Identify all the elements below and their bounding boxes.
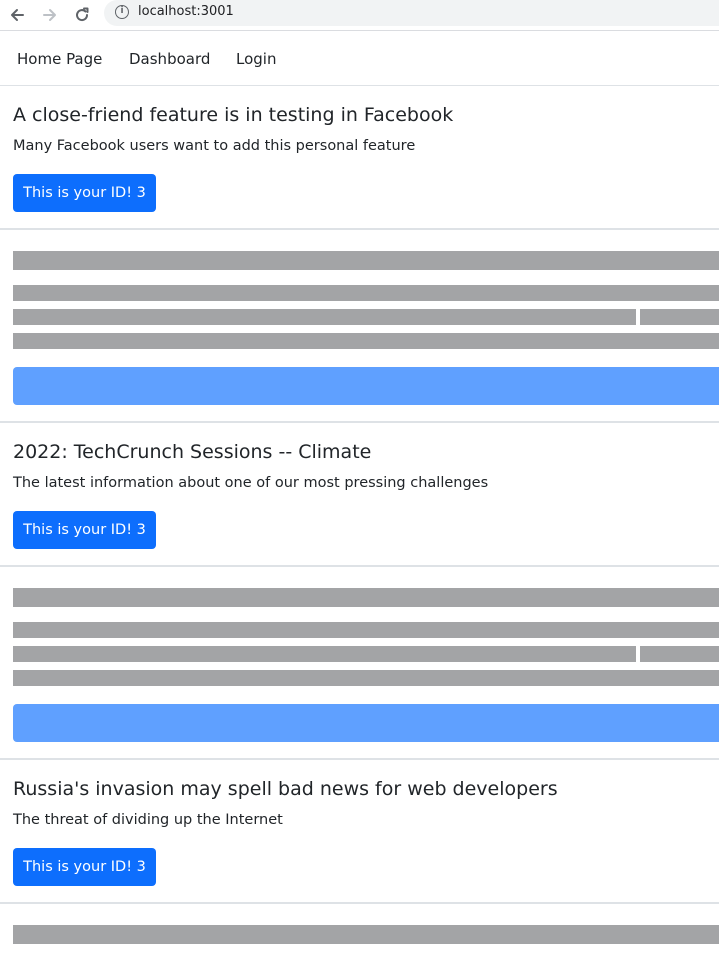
placeholder-button bbox=[13, 704, 719, 742]
url-text: localhost:3001 bbox=[138, 4, 234, 19]
card-title: Russia's invasion may spell bad news for… bbox=[13, 778, 558, 800]
info-icon[interactable]: i bbox=[115, 5, 129, 19]
placeholder-card bbox=[0, 904, 719, 953]
id-button[interactable]: This is your ID! 3 bbox=[13, 848, 156, 886]
card-title: A close-friend feature is in testing in … bbox=[13, 104, 454, 126]
browser-toolbar: i localhost:3001 bbox=[0, 0, 719, 31]
placeholder-line bbox=[13, 670, 719, 686]
placeholder-title bbox=[13, 251, 719, 270]
placeholder-line bbox=[13, 309, 636, 325]
card-text: The latest information about one of our … bbox=[13, 475, 489, 491]
card-text: Many Facebook users want to add this per… bbox=[13, 138, 416, 154]
address-bar[interactable]: i localhost:3001 bbox=[104, 0, 719, 26]
placeholder-line bbox=[13, 285, 719, 301]
placeholder-line bbox=[13, 646, 636, 662]
placeholder-card bbox=[0, 230, 719, 423]
nav-link-home[interactable]: Home Page bbox=[17, 50, 102, 68]
arrow-left-icon bbox=[11, 9, 24, 21]
back-button[interactable] bbox=[4, 2, 30, 28]
placeholder-line bbox=[13, 333, 719, 349]
news-card: Russia's invasion may spell bad news for… bbox=[0, 760, 719, 904]
nav-link-dashboard[interactable]: Dashboard bbox=[129, 50, 210, 68]
news-card: A close-friend feature is in testing in … bbox=[0, 86, 719, 230]
reload-button[interactable] bbox=[69, 2, 95, 28]
forward-button[interactable] bbox=[37, 2, 63, 28]
placeholder-line bbox=[640, 309, 719, 325]
placeholder-card bbox=[0, 567, 719, 760]
news-card: 2022: TechCrunch Sessions -- Climate The… bbox=[0, 423, 719, 567]
placeholder-line bbox=[640, 646, 719, 662]
navbar: Home Page Dashboard Login bbox=[0, 31, 719, 86]
placeholder-title bbox=[13, 588, 719, 607]
id-button[interactable]: This is your ID! 3 bbox=[13, 174, 156, 212]
placeholder-button bbox=[13, 367, 719, 405]
arrow-right-icon bbox=[43, 9, 56, 21]
card-title: 2022: TechCrunch Sessions -- Climate bbox=[13, 441, 372, 463]
reload-icon bbox=[76, 7, 89, 22]
id-button[interactable]: This is your ID! 3 bbox=[13, 511, 156, 549]
placeholder-title bbox=[13, 925, 719, 944]
nav-link-login[interactable]: Login bbox=[236, 50, 276, 68]
card-text: The threat of dividing up the Internet bbox=[13, 812, 283, 828]
placeholder-line bbox=[13, 622, 719, 638]
